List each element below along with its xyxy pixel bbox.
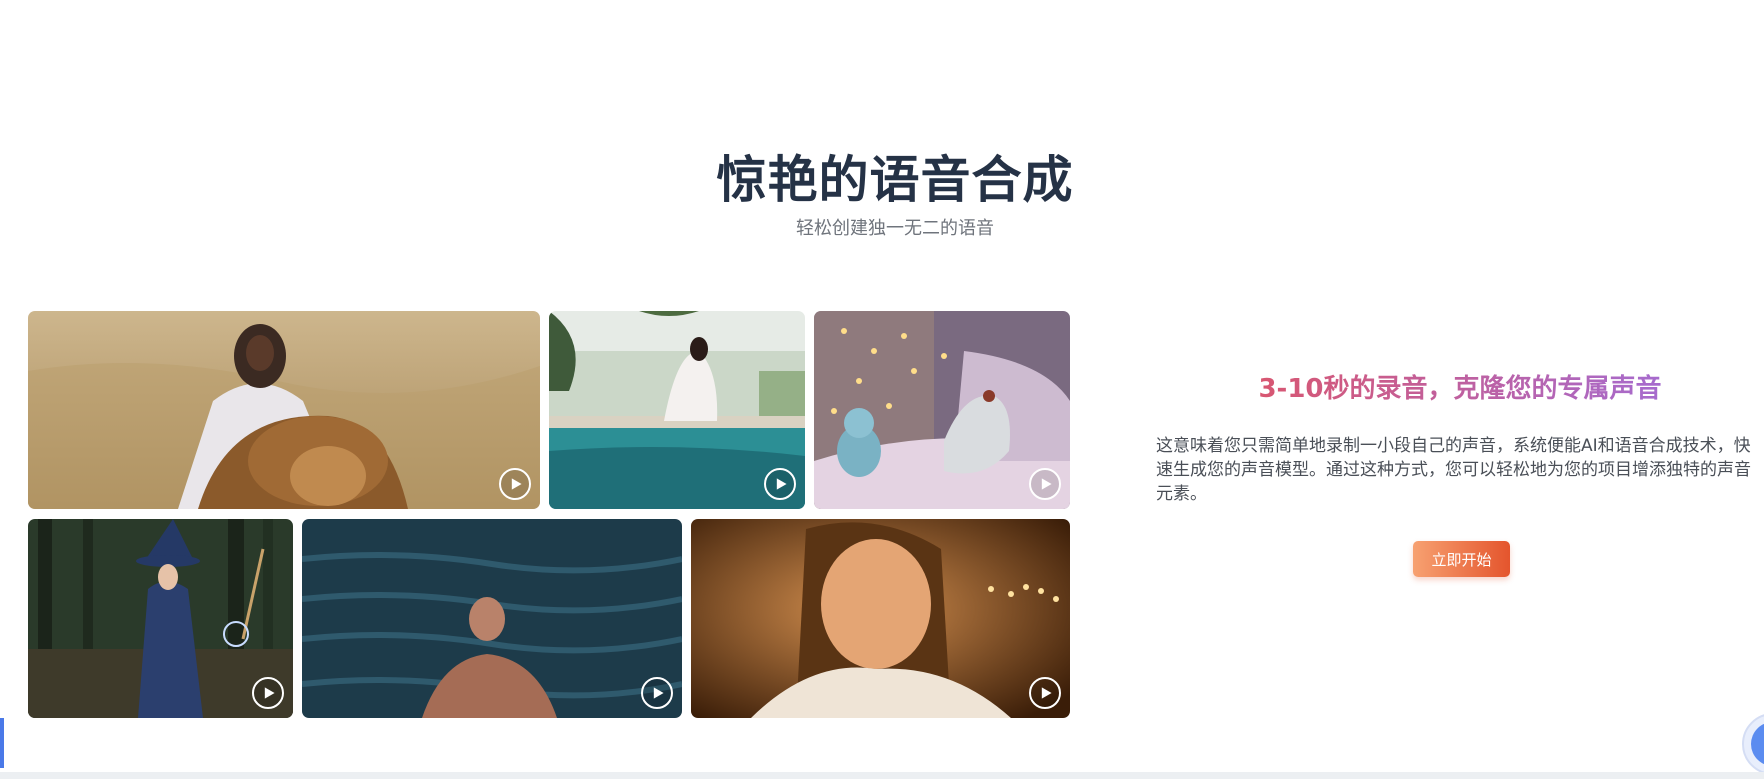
play-button[interactable]: [1029, 677, 1061, 709]
section-title: 惊艳的语音合成: [716, 151, 1074, 209]
play-icon: [264, 687, 275, 699]
start-now-button[interactable]: 立即开始: [1413, 541, 1510, 577]
video-card-water[interactable]: [302, 519, 682, 718]
video-card-pool[interactable]: [549, 311, 805, 509]
video-thumbnail: [28, 311, 540, 509]
bottom-divider: [0, 772, 1764, 779]
play-button[interactable]: [252, 677, 284, 709]
chat-icon: [1751, 722, 1764, 766]
play-button[interactable]: [641, 677, 673, 709]
play-icon: [653, 687, 664, 699]
feature-description: 这意味着您只需简单地录制一小段自己的声音，系统便能AI和语音合成技术，快速生成您…: [1156, 436, 1751, 504]
play-icon: [511, 478, 522, 490]
play-icon: [1041, 687, 1052, 699]
feature-title: 3-10秒的录音，克隆您的专属声音: [1250, 368, 1670, 405]
video-card-witch[interactable]: [28, 519, 293, 718]
video-card-dragon[interactable]: [814, 311, 1070, 509]
play-icon: [1041, 478, 1052, 490]
play-button[interactable]: [499, 468, 531, 500]
video-thumbnail: [302, 519, 682, 718]
play-icon: [776, 478, 787, 490]
video-thumbnail: [691, 519, 1070, 718]
play-button[interactable]: [764, 468, 796, 500]
side-indicator: [0, 718, 4, 768]
video-card-candlelight[interactable]: [691, 519, 1070, 718]
video-card-lion[interactable]: [28, 311, 540, 509]
section-subtitle: 轻松创建独一无二的语音: [796, 218, 994, 239]
chat-widget-button[interactable]: [1742, 713, 1764, 775]
play-button[interactable]: [1029, 468, 1061, 500]
